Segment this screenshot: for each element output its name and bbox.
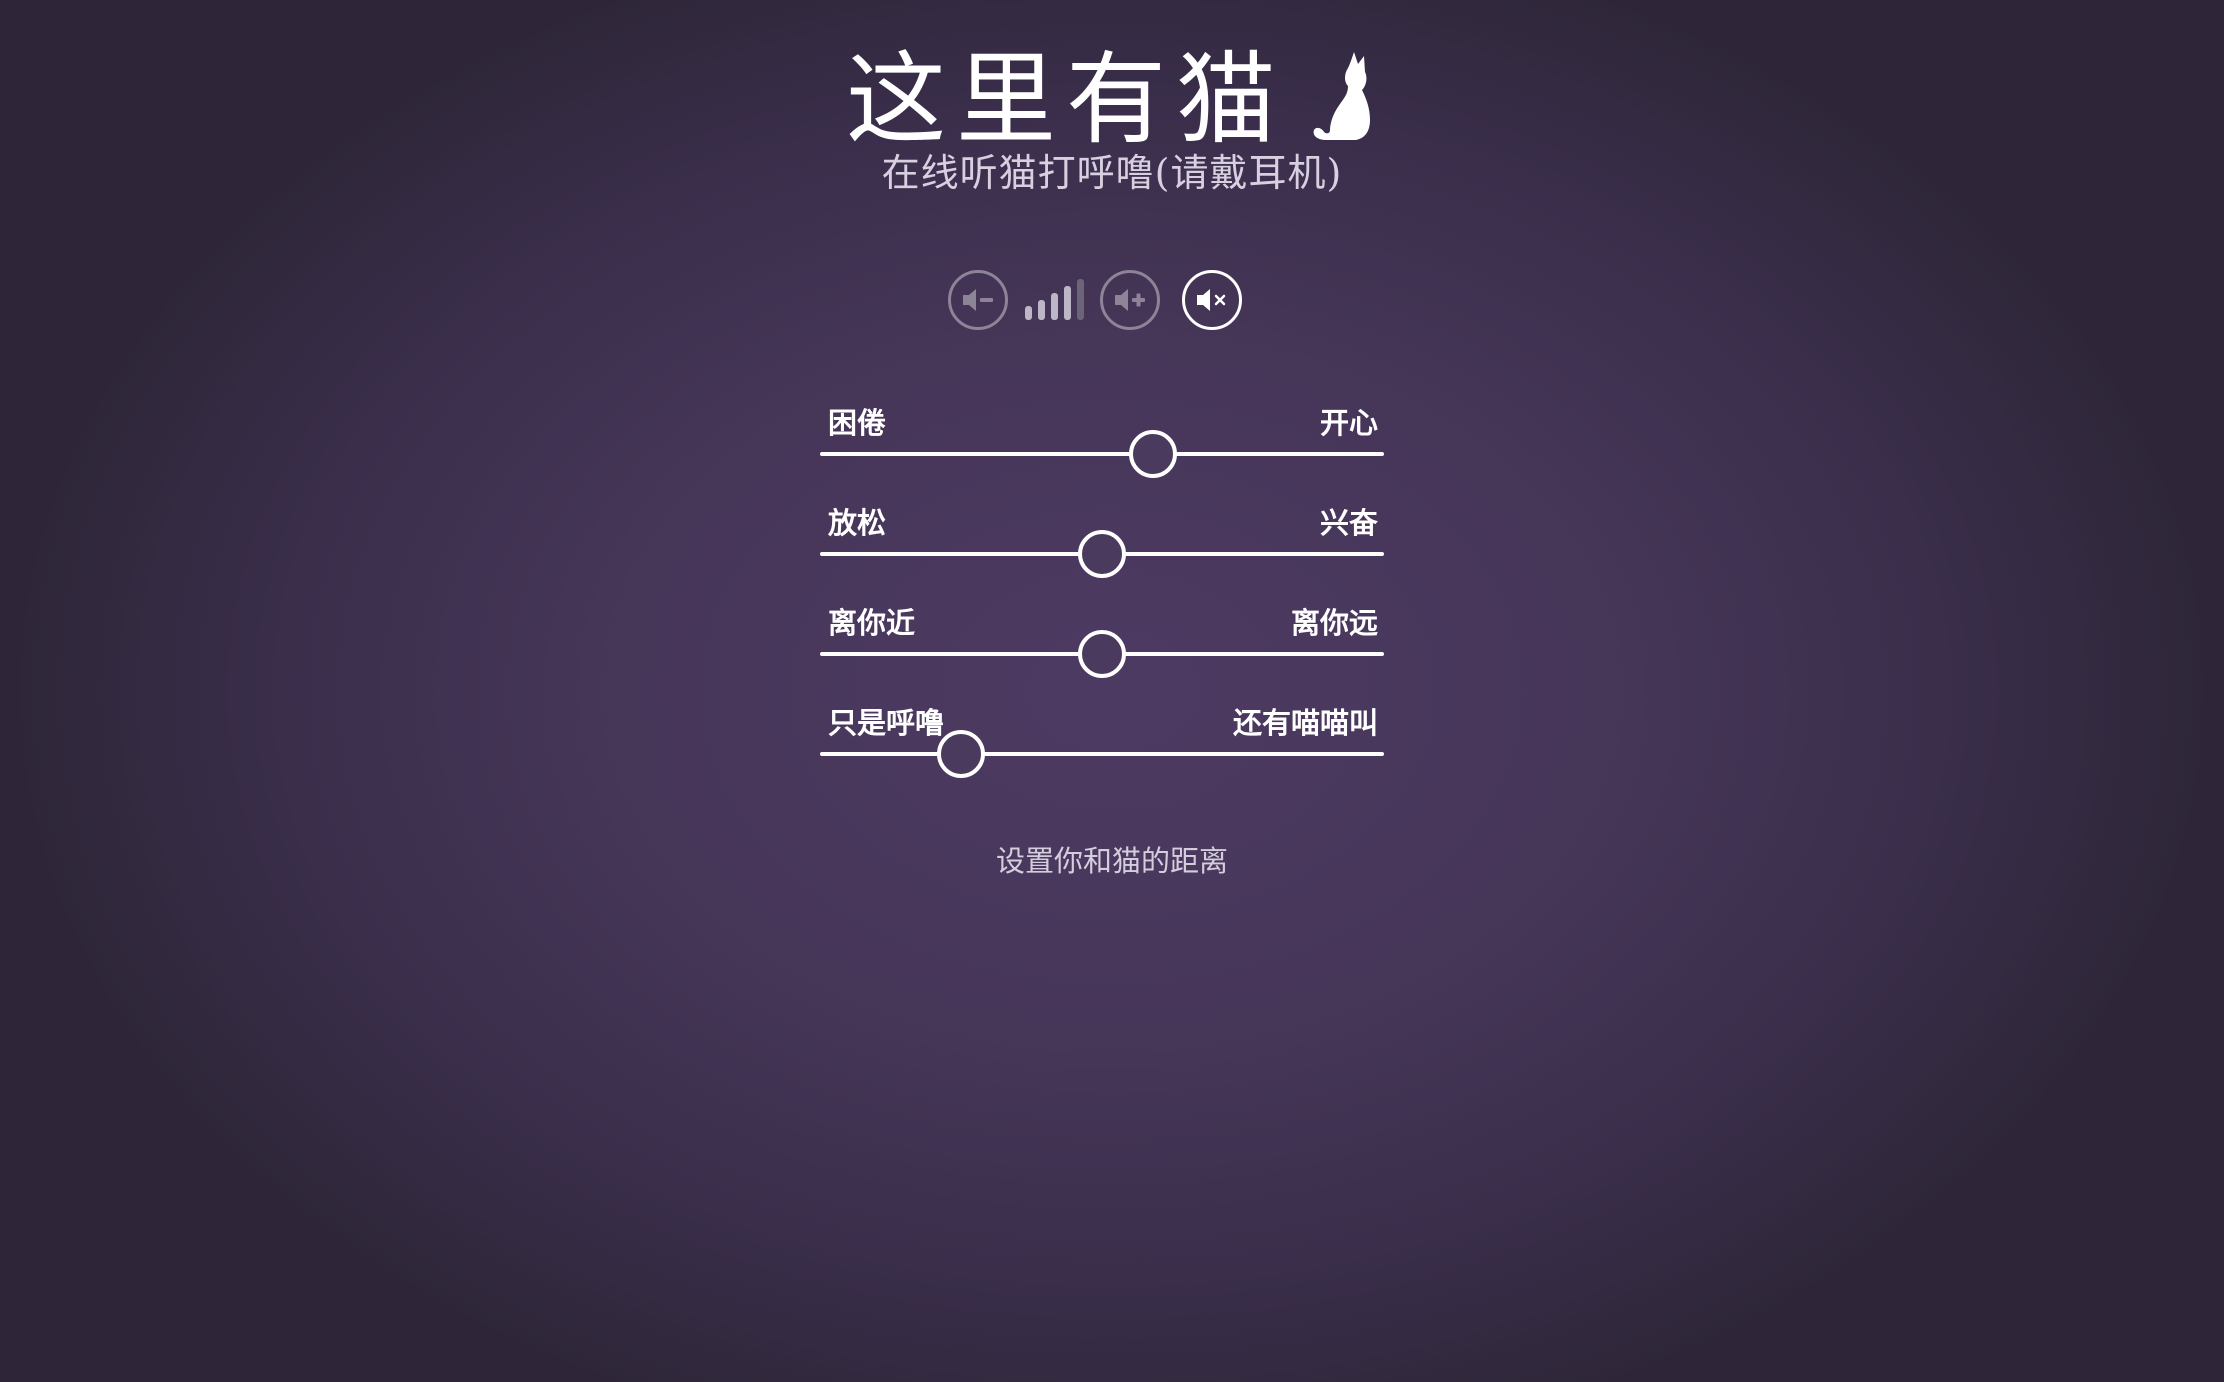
volume-up-icon bbox=[1115, 289, 1145, 311]
volume-level-bar bbox=[1076, 279, 1084, 320]
slider-left-label: 离你近 bbox=[828, 606, 916, 640]
slider-left-label: 困倦 bbox=[828, 406, 887, 440]
slider-thumb[interactable] bbox=[1078, 630, 1126, 678]
slider-purr-meow: 只是呼噜 还有喵喵叫 bbox=[820, 695, 1384, 795]
mood-sliders: 困倦 开心 放松 兴奋 离你近 离你远 只是呼噜 还有喵喵叫 bbox=[820, 395, 1384, 795]
volume-controls bbox=[948, 265, 1254, 335]
slider-left-label: 只是呼噜 bbox=[828, 706, 945, 740]
header: 这里有猫 bbox=[0, 30, 2224, 160]
app-root: 这里有猫 在线听猫打呼噜(请戴耳机) 困倦 开心 放松 兴奋 离你近 离你远 只… bbox=[0, 0, 2224, 1382]
slider-right-label: 离你远 bbox=[1290, 606, 1378, 640]
slider-right-label: 还有喵喵叫 bbox=[1232, 706, 1378, 740]
volume-down-button[interactable] bbox=[948, 270, 1008, 330]
slider-thumb[interactable] bbox=[1078, 530, 1126, 578]
mute-button[interactable] bbox=[1182, 270, 1242, 330]
slider-near-far: 离你近 离你远 bbox=[820, 595, 1384, 695]
volume-mute-icon bbox=[1197, 289, 1226, 311]
cat-silhouette-icon bbox=[1313, 52, 1370, 140]
slider-track[interactable] bbox=[820, 452, 1384, 456]
volume-level-bar bbox=[1050, 293, 1058, 320]
volume-level-bar bbox=[1063, 286, 1071, 320]
volume-down-icon bbox=[963, 289, 993, 311]
slider-relaxed-excited: 放松 兴奋 bbox=[820, 495, 1384, 595]
slider-right-label: 兴奋 bbox=[1319, 506, 1378, 540]
volume-level-bar bbox=[1024, 306, 1032, 320]
slider-right-label: 开心 bbox=[1319, 406, 1378, 440]
slider-thumb[interactable] bbox=[1128, 430, 1177, 478]
set-distance-link[interactable]: 设置你和猫的距离 bbox=[0, 838, 2224, 880]
slider-left-label: 放松 bbox=[828, 506, 887, 540]
volume-up-button[interactable] bbox=[1100, 270, 1160, 330]
slider-sleepy-happy: 困倦 开心 bbox=[820, 395, 1384, 495]
page-subtitle: 在线听猫打呼噜(请戴耳机) bbox=[881, 151, 1343, 195]
volume-level-bar bbox=[1037, 300, 1045, 320]
volume-level-indicator bbox=[1008, 270, 1100, 330]
slider-track[interactable] bbox=[820, 752, 1384, 756]
slider-thumb[interactable] bbox=[937, 730, 985, 778]
